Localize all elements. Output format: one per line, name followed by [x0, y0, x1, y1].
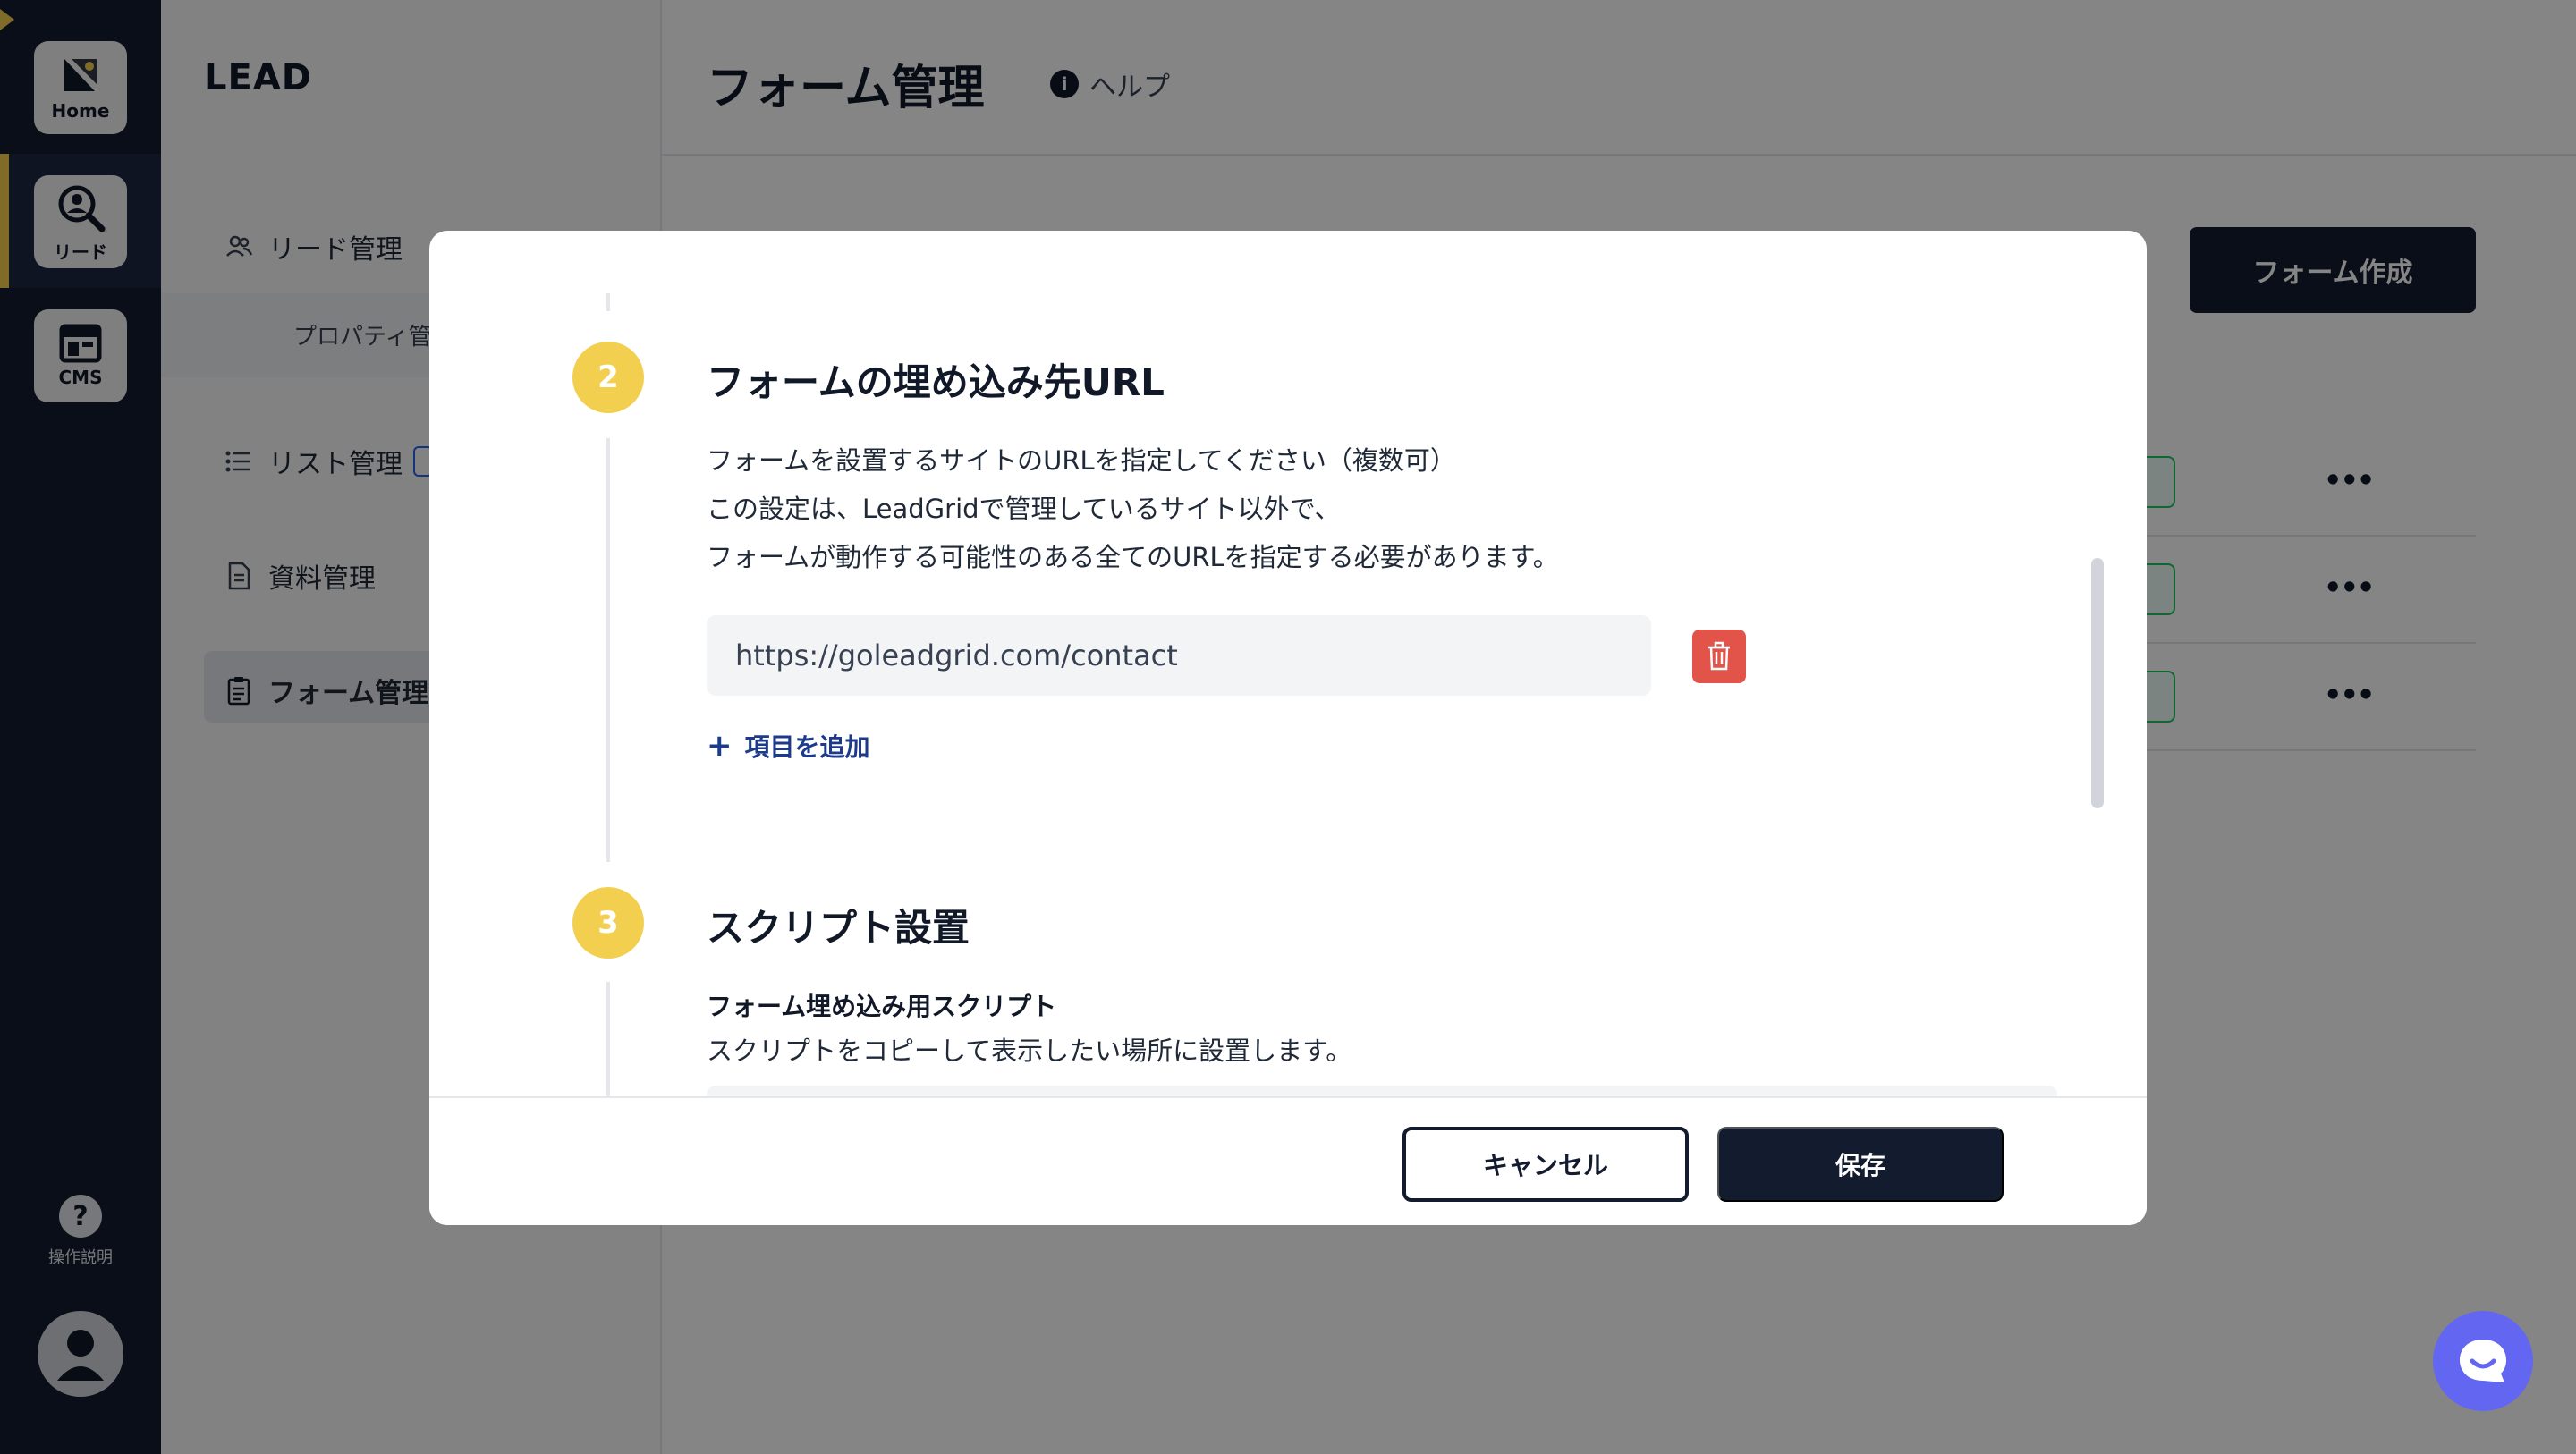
description-line: この設定は、LeadGridで管理しているサイト以外で、 — [707, 494, 1341, 524]
chat-icon — [2460, 1340, 2506, 1382]
step-connector — [606, 438, 610, 862]
trash-icon — [1708, 641, 1730, 671]
chat-launcher-button[interactable] — [2433, 1311, 2533, 1411]
add-url-link[interactable]: + 項目を追加 — [707, 728, 870, 764]
description-line: フォームが動作する可能性のある全てのURLを指定する必要があります。 — [707, 542, 1559, 572]
step-3-number: 3 — [572, 887, 644, 959]
step-2-number: 2 — [572, 342, 644, 413]
step-connector — [606, 982, 610, 1096]
step-2-description: フォームを設置するサイトのURLを指定してください（複数可） この設定は、Lea… — [707, 436, 1559, 581]
plus-icon: + — [707, 728, 733, 764]
cancel-button[interactable]: キャンセル — [1402, 1127, 1689, 1202]
embed-url-input[interactable] — [707, 615, 1651, 696]
step-2-title: フォームの埋め込み先URL — [707, 360, 1165, 404]
description-line: フォームを設置するサイトのURLを指定してください（複数可） — [707, 445, 1456, 476]
step-3-title: スクリプト設置 — [707, 906, 970, 950]
modal-footer: キャンセル 保存 — [429, 1096, 2147, 1225]
embed-settings-modal: 2 フォームの埋め込み先URL フォームを設置するサイトのURLを指定してくださ… — [429, 231, 2147, 1225]
script-subtitle: フォーム埋め込み用スクリプト — [707, 992, 1057, 1021]
save-button[interactable]: 保存 — [1717, 1127, 2004, 1202]
delete-url-button[interactable] — [1692, 630, 1746, 683]
script-description: スクリプトをコピーして表示したい場所に設置します。 — [707, 1036, 1352, 1066]
step-connector — [606, 293, 610, 311]
add-url-label: 項目を追加 — [744, 732, 870, 762]
modal-body: 2 フォームの埋め込み先URL フォームを設置するサイトのURLを指定してくださ… — [429, 231, 2147, 1096]
script-code-box[interactable] — [707, 1086, 2057, 1096]
modal-scrollbar[interactable] — [2091, 558, 2104, 808]
